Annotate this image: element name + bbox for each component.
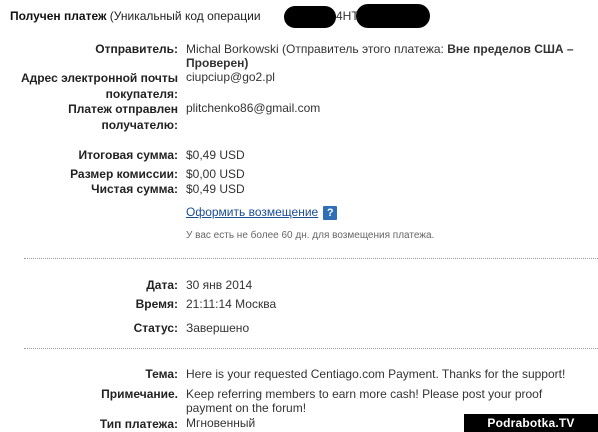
payment-type-value: Мгновенный xyxy=(186,416,256,430)
total-label: Итоговая сумма: xyxy=(78,148,178,162)
refund-note: У вас есть не более 60 дн. для возмещени… xyxy=(186,230,435,241)
sender-status: Вне пределов США – xyxy=(447,42,574,56)
redaction-mark xyxy=(356,4,430,28)
note-value-line1: Keep referring members to earn more cash… xyxy=(186,387,543,401)
title-rest: (Уникальный код операции xyxy=(106,9,261,23)
sender-status-line2: Проверен) xyxy=(186,56,249,70)
sent-to-value: plitchenko86@gmail.com xyxy=(186,101,321,115)
subject-label: Тема: xyxy=(145,367,178,381)
status-value: Завершено xyxy=(186,321,250,335)
buyer-email-label: Адрес электронной почты покупателя: xyxy=(20,71,178,101)
net-label: Чистая сумма: xyxy=(91,182,178,196)
net-value: $0,49 USD xyxy=(186,182,245,196)
sender-label: Отправитель: xyxy=(95,42,178,56)
date-value: 30 янв 2014 xyxy=(186,278,253,292)
date-label: Дата: xyxy=(146,278,178,292)
buyer-email-value: ciupciup@go2.pl xyxy=(186,70,275,84)
title-bold: Получен платеж xyxy=(10,9,107,23)
divider xyxy=(24,348,598,349)
fee-label: Размер комиссии: xyxy=(70,167,178,181)
fee-value: $0,00 USD xyxy=(186,167,245,181)
refund-row: Оформить возмещение? xyxy=(186,205,338,220)
subject-value: Here is your requested Centiago.com Paym… xyxy=(186,367,566,381)
status-label: Статус: xyxy=(133,321,178,335)
note-label: Примечание. xyxy=(101,387,178,401)
refund-link[interactable]: Оформить возмещение xyxy=(186,205,318,219)
redaction-mark xyxy=(284,6,336,28)
divider xyxy=(24,258,598,259)
sender-status-prefix: (Отправитель этого платежа: xyxy=(278,42,448,56)
note-value-line2: payment on the forum! xyxy=(186,401,307,415)
payment-type-label: Тип платежа: xyxy=(99,417,178,431)
time-value: 21:11:14 Москва xyxy=(186,297,277,311)
watermark-logo: Podrabotka.TV xyxy=(464,414,598,432)
help-icon[interactable]: ? xyxy=(323,205,338,220)
sent-to-label: Платеж отправлен получателю: xyxy=(68,102,178,132)
sender-value: Michal Borkowski (Отправитель этого плат… xyxy=(186,42,574,56)
time-label: Время: xyxy=(135,297,178,311)
total-value: $0,49 USD xyxy=(186,148,245,162)
sender-name: Michal Borkowski xyxy=(186,42,279,56)
page-title: Получен платеж (Уникальный код операции xyxy=(10,9,261,23)
